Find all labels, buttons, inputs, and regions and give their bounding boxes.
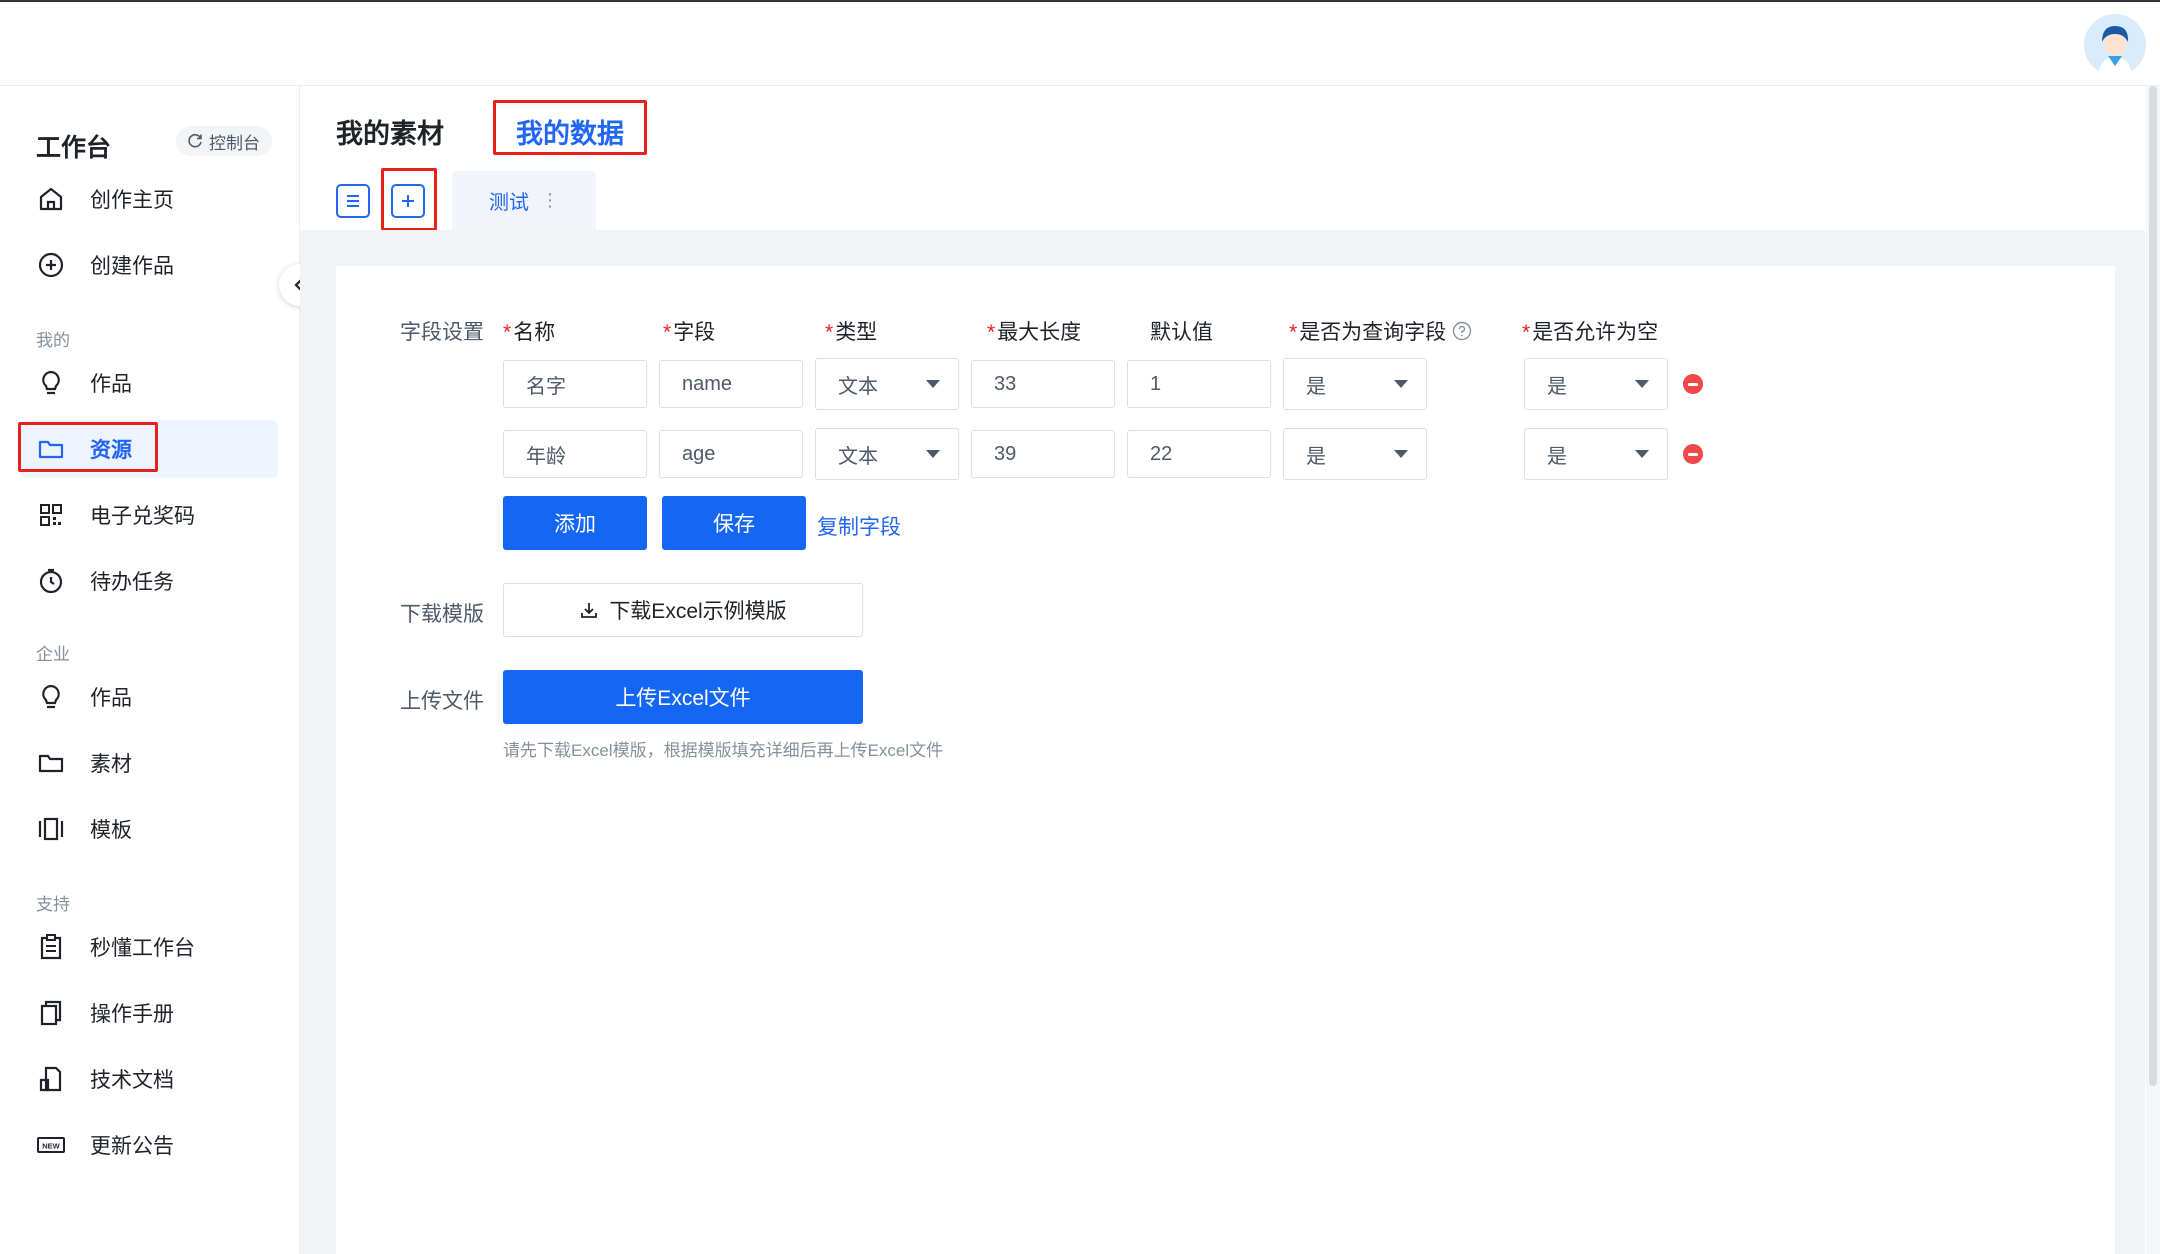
- sidebar-item-label: 作品: [90, 373, 132, 396]
- sidebar-item-redeem[interactable]: 电子兑奖码: [20, 486, 278, 544]
- row-2-max-length-input[interactable]: 39: [971, 430, 1115, 478]
- download-template-label: 下载模版: [400, 603, 484, 626]
- sidebar-item-manual[interactable]: 操作手册: [20, 984, 278, 1042]
- qr-code-icon: [40, 504, 62, 526]
- sidebar-item-enterprise-works[interactable]: 作品: [20, 668, 278, 726]
- column-header-is-query: *是否为查询字段: [1289, 316, 1472, 346]
- sidebar-item-label: 技术文档: [90, 1069, 174, 1092]
- new-badge-icon: NEW: [37, 1137, 65, 1153]
- column-header-type: *类型: [825, 321, 878, 344]
- column-header-field: *字段: [663, 321, 716, 344]
- row-2-is-query-select[interactable]: 是: [1283, 428, 1427, 480]
- copy-fields-link[interactable]: 复制字段: [817, 511, 901, 541]
- top-bar: [0, 2, 2160, 86]
- row-1-default-input[interactable]: 1: [1127, 360, 1271, 408]
- row-1-name-input[interactable]: 名字: [503, 360, 647, 408]
- scrollbar-thumb[interactable]: [2149, 86, 2157, 1086]
- upload-file-label: 上传文件: [400, 690, 484, 713]
- row-2-type-select[interactable]: 文本: [815, 428, 959, 480]
- sidebar-brand: 工作台: [36, 134, 112, 162]
- timer-icon: [39, 568, 63, 594]
- download-template-button-label: 下载Excel示例模版: [609, 600, 787, 623]
- column-header-name: *名称: [503, 321, 556, 344]
- menu-list-icon: [347, 195, 359, 207]
- folder-icon: [38, 754, 64, 773]
- caret-down-icon: [1635, 380, 1649, 388]
- row-1-is-query-select[interactable]: 是: [1283, 358, 1427, 410]
- row-1-remove-icon[interactable]: [1683, 374, 1703, 394]
- row-1-type-select[interactable]: 文本: [815, 358, 959, 410]
- sidebar-item-label: 操作手册: [90, 1003, 174, 1026]
- row-2-remove-icon[interactable]: [1683, 444, 1703, 464]
- sidebar-item-guide[interactable]: 秒懂工作台: [20, 918, 278, 976]
- clipboard-icon: [40, 934, 62, 960]
- row-1-allow-null-select[interactable]: 是: [1524, 358, 1668, 410]
- upload-excel-button[interactable]: 上传Excel文件: [503, 670, 863, 724]
- row-2-name-input[interactable]: 年龄: [503, 430, 647, 478]
- sidebar-item-label: 创建作品: [90, 255, 174, 278]
- caret-down-icon: [1394, 450, 1408, 458]
- caret-down-icon: [926, 450, 940, 458]
- column-header-allow-null: *是否允许为空: [1522, 321, 1659, 344]
- section-label-mine: 我的: [36, 331, 70, 350]
- sidebar-item-tasks[interactable]: 待办任务: [20, 552, 278, 610]
- caret-down-icon: [1394, 380, 1408, 388]
- sidebar: 工作台 控制台 创作主页 创建作品 我的 作品 资源 电子兑奖码 待办任务 企业…: [0, 86, 300, 1254]
- highlight-box-add: [381, 168, 437, 231]
- sidebar-item-templates[interactable]: 模板: [20, 800, 278, 858]
- row-1-max-length-input[interactable]: 33: [971, 360, 1115, 408]
- download-template-button[interactable]: 下载Excel示例模版: [503, 583, 863, 637]
- upload-hint-text: 请先下载Excel模版，根据模版填充详细后再上传Excel文件: [503, 741, 944, 760]
- sidebar-item-updates[interactable]: NEW 更新公告: [20, 1116, 278, 1174]
- tab-my-materials[interactable]: 我的素材: [336, 112, 444, 151]
- column-header-default: 默认值: [1150, 321, 1213, 344]
- highlight-box-my-data: [493, 100, 647, 155]
- download-icon: [581, 603, 598, 618]
- lightbulb-icon: [42, 684, 60, 709]
- section-label-enterprise: 企业: [36, 645, 70, 664]
- sidebar-item-create[interactable]: 创建作品: [20, 236, 278, 294]
- plus-circle-icon: [38, 252, 64, 278]
- row-2-field-input[interactable]: age: [659, 430, 803, 478]
- tab-test[interactable]: 测试 ⋮: [452, 171, 596, 230]
- sidebar-item-label: 模板: [90, 819, 132, 842]
- console-button[interactable]: 控制台: [176, 126, 272, 156]
- caret-down-icon: [926, 380, 940, 388]
- sidebar-item-label: 素材: [90, 753, 132, 776]
- row-2-allow-null-select[interactable]: 是: [1524, 428, 1668, 480]
- sidebar-item-materials[interactable]: 素材: [20, 734, 278, 792]
- help-question-icon[interactable]: [1452, 321, 1472, 341]
- refresh-icon: [188, 133, 202, 148]
- user-avatar[interactable]: [2084, 14, 2146, 76]
- sidebar-item-label: 作品: [90, 687, 132, 710]
- more-vertical-icon[interactable]: ⋮: [541, 190, 559, 211]
- sidebar-item-home[interactable]: 创作主页: [20, 170, 278, 228]
- add-field-button[interactable]: 添加: [503, 496, 647, 550]
- console-button-label: 控制台: [209, 133, 260, 153]
- save-button[interactable]: 保存: [662, 496, 806, 550]
- sidebar-item-label: 秒懂工作台: [90, 937, 195, 960]
- avatar-illustration-icon: [2084, 14, 2146, 76]
- book-icon: [40, 1000, 62, 1026]
- sidebar-item-label: 电子兑奖码: [90, 505, 195, 528]
- column-header-max-length: *最大长度: [987, 321, 1082, 344]
- lightbulb-icon: [42, 370, 60, 395]
- sidebar-item-tech-docs[interactable]: 技术文档: [20, 1050, 278, 1108]
- sidebar-item-label: 更新公告: [90, 1135, 174, 1158]
- home-icon: [39, 187, 63, 211]
- svg-text:NEW: NEW: [42, 1142, 60, 1151]
- list-view-button[interactable]: [336, 184, 370, 218]
- field-settings-label: 字段设置: [400, 321, 484, 344]
- tab-test-label: 测试: [489, 192, 529, 214]
- document-hand-icon: [39, 1066, 62, 1092]
- row-1-field-input[interactable]: name: [659, 360, 803, 408]
- caret-down-icon: [1635, 450, 1649, 458]
- highlight-box-resources: [18, 422, 158, 472]
- template-icon: [38, 817, 64, 841]
- sidebar-item-label: 待办任务: [90, 571, 174, 594]
- sidebar-item-label: 创作主页: [90, 189, 174, 212]
- sidebar-item-works[interactable]: 作品: [20, 354, 278, 412]
- row-2-default-input[interactable]: 22: [1127, 430, 1271, 478]
- section-label-support: 支持: [36, 895, 70, 914]
